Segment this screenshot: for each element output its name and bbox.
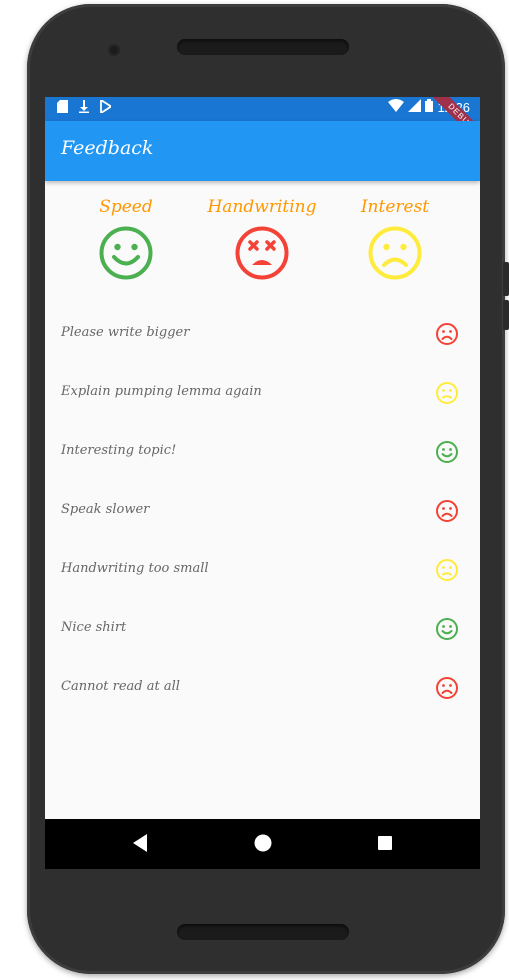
list-item[interactable]: Speak slower — [45, 482, 480, 541]
battery-icon — [425, 99, 434, 115]
app-bar: Feedback — [45, 121, 480, 181]
neutral-face-icon — [436, 559, 458, 581]
list-item[interactable]: Explain pumping lemma again — [45, 364, 480, 423]
volume-button — [503, 300, 509, 330]
list-item[interactable]: Cannot read at all — [45, 659, 480, 718]
recents-square-icon[interactable] — [374, 832, 396, 859]
sad-face-icon — [436, 323, 458, 345]
feedback-text: Nice shirt — [61, 620, 127, 635]
feedback-text: Speak slower — [61, 502, 150, 517]
rating-label-handwriting: Handwriting — [207, 197, 317, 217]
happy-face-icon — [99, 226, 153, 280]
dizzy-face-icon — [235, 226, 289, 280]
sd-card-icon — [57, 100, 68, 118]
back-triangle-icon[interactable] — [131, 832, 149, 859]
feedback-text: Please write bigger — [61, 325, 190, 340]
navigation-bar — [45, 819, 480, 869]
list-item[interactable]: Nice shirt — [45, 600, 480, 659]
bottom-speaker — [177, 924, 349, 940]
power-button — [503, 262, 509, 296]
app-bar-title: Feedback — [61, 137, 154, 159]
list-item[interactable]: Handwriting too small — [45, 541, 480, 600]
rating-label-speed: Speed — [99, 197, 153, 217]
feedback-text: Handwriting too small — [61, 561, 209, 576]
status-bar: 12:26 DEBUG — [45, 97, 480, 148]
rating-label-interest: Interest — [360, 197, 430, 217]
rating-handwriting[interactable]: Handwriting — [197, 197, 327, 281]
front-camera — [108, 44, 120, 56]
download-icon — [79, 100, 89, 118]
happy-face-icon — [436, 618, 458, 640]
home-circle-icon[interactable] — [252, 832, 274, 859]
ratings-row: Speed Handwriting Interest — [45, 197, 480, 289]
rating-speed[interactable]: Speed — [61, 197, 191, 281]
sad-face-icon — [436, 500, 458, 522]
signal-icon — [408, 99, 422, 115]
play-store-icon — [100, 98, 113, 118]
happy-face-icon — [436, 441, 458, 463]
rating-interest[interactable]: Interest — [330, 197, 460, 281]
list-item[interactable]: Please write bigger — [45, 305, 480, 364]
app-screen: 12:26 DEBUG Feedback Speed Handwriting — [45, 97, 480, 869]
sad-face-icon — [436, 677, 458, 699]
feedback-text: Cannot read at all — [61, 679, 180, 694]
list-item[interactable]: Interesting topic! — [45, 423, 480, 482]
feedback-text: Explain pumping lemma again — [61, 384, 262, 399]
neutral-face-icon — [436, 382, 458, 404]
top-speaker — [177, 39, 349, 55]
feedback-text: Interesting topic! — [61, 443, 177, 458]
wifi-icon — [388, 99, 405, 115]
sad-face-icon — [368, 226, 422, 280]
